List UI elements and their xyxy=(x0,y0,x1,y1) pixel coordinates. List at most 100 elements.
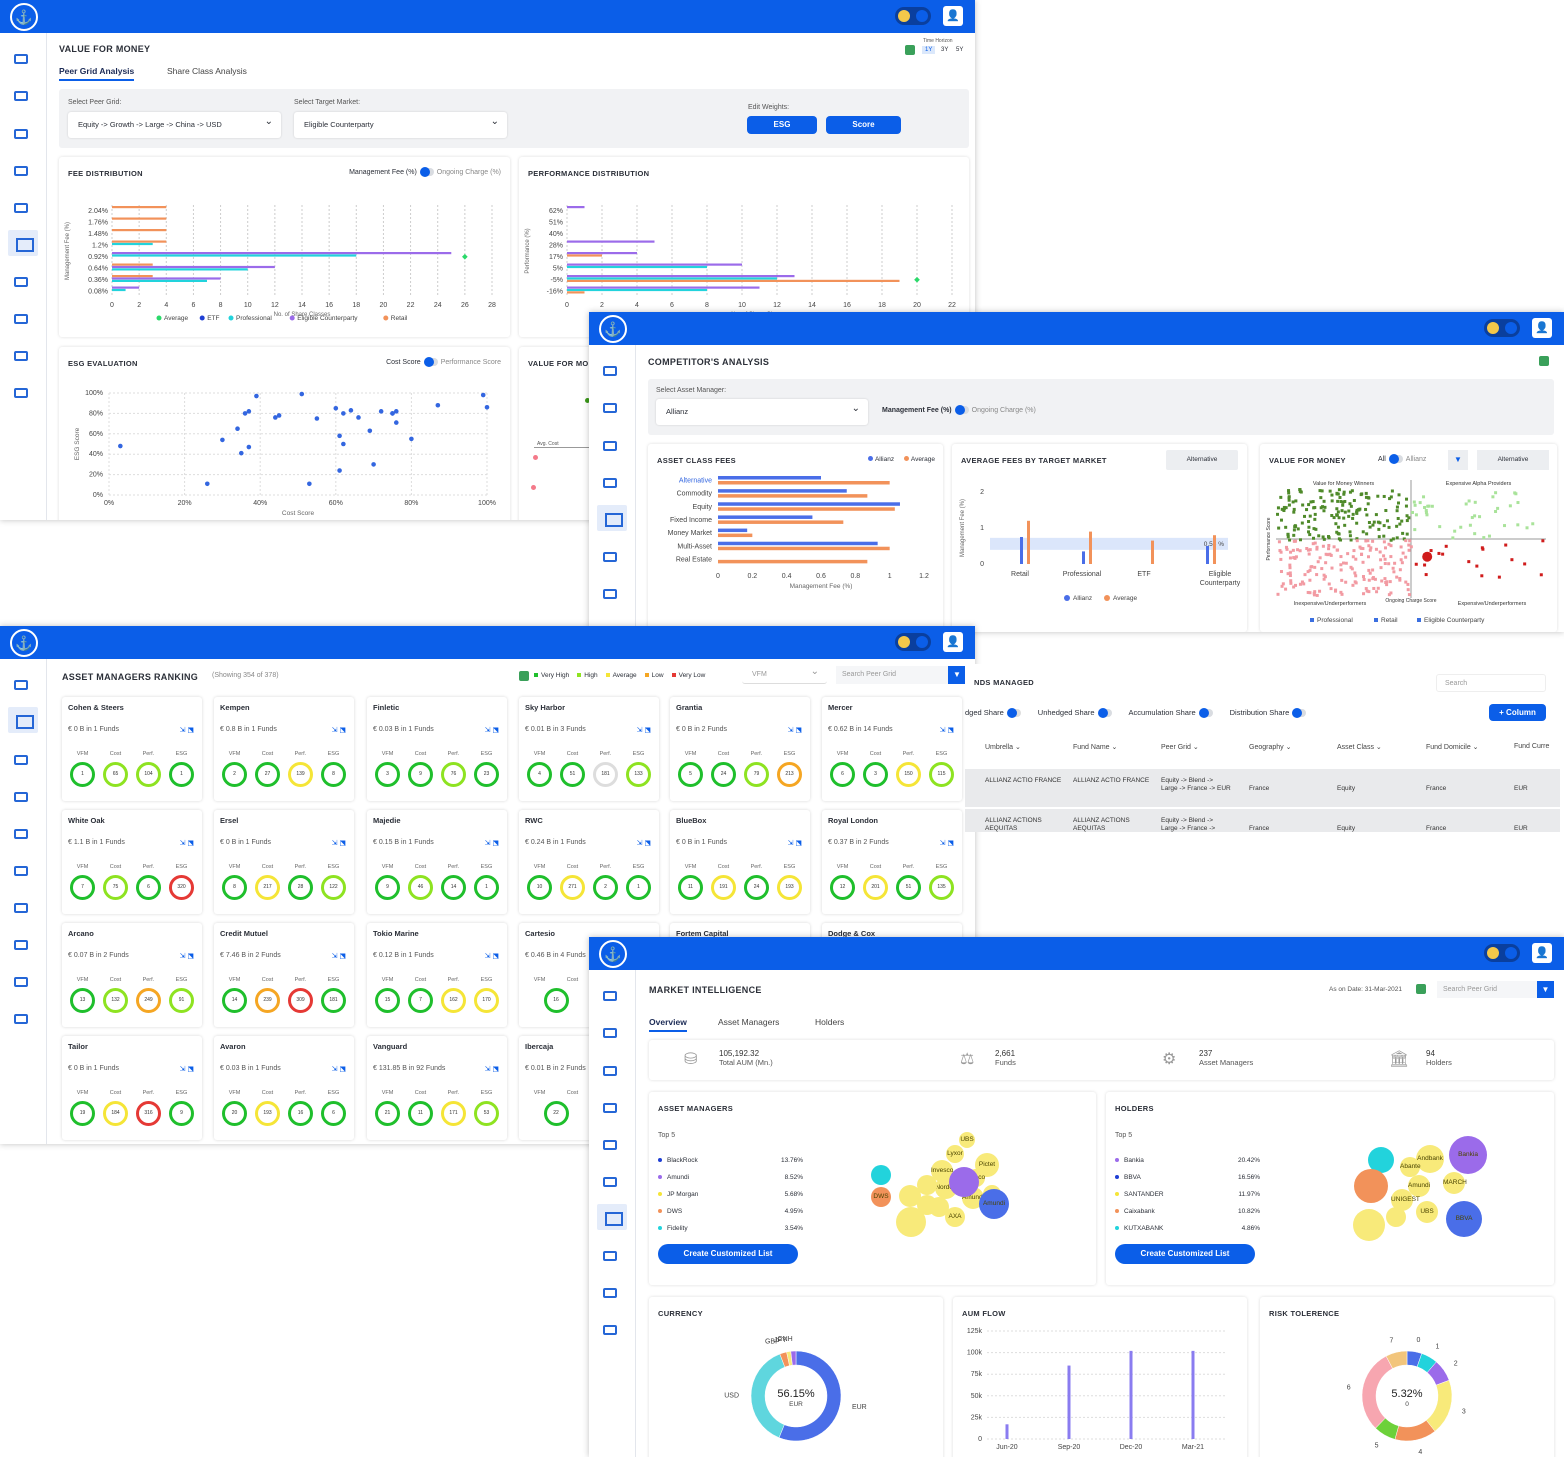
tab-overview[interactable]: Overview xyxy=(649,1017,687,1032)
compare-icon[interactable]: ⇲ ⬔ xyxy=(940,726,954,734)
manager-card[interactable]: Kempen € 0.8 B in 1 Funds ⇲ ⬔ VFM Cost Perf. E… xyxy=(214,697,354,801)
compare-icon[interactable]: ⇲ ⬔ xyxy=(332,726,346,734)
manager-card[interactable]: Cohen & Steers € 0 B in 1 Funds ⇲ ⬔ VFM Cost… xyxy=(62,697,202,801)
list-item[interactable]: Fidelity 3.54% xyxy=(658,1220,803,1237)
bubble[interactable] xyxy=(1354,1169,1388,1203)
unhedged-share-toggle[interactable]: Unhedged Share xyxy=(1038,708,1115,719)
asset-manager-select[interactable]: Allianz xyxy=(656,396,868,425)
list-item[interactable]: JP Morgan 5.68% xyxy=(658,1186,803,1203)
document-icon[interactable] xyxy=(603,1325,617,1335)
scatter-icon[interactable] xyxy=(603,1103,617,1113)
horizon-5y[interactable]: 5Y xyxy=(953,46,966,54)
user-icon[interactable]: 👤 xyxy=(1532,943,1552,963)
compare-icon[interactable]: ⇲ ⬔ xyxy=(637,839,651,847)
hedged-share-toggle[interactable]: dged Share xyxy=(965,708,1024,719)
peer-grid-search[interactable]: Search Peer Grid xyxy=(1437,981,1537,998)
column-header[interactable]: Fund Domicile ⌄ xyxy=(1426,743,1479,751)
manager-card[interactable]: Tokio Marine € 0.12 B in 1 Funds ⇲ ⬔ VFM Cos… xyxy=(367,923,507,1027)
excel-icon[interactable] xyxy=(1539,356,1549,366)
manager-card[interactable]: White Oak € 1.1 B in 1 Funds ⇲ ⬔ VFM Cost Per… xyxy=(62,810,202,914)
report-icon[interactable] xyxy=(14,314,28,324)
bank-icon[interactable] xyxy=(603,366,617,376)
compare-icon[interactable]: ⇲ ⬔ xyxy=(180,1065,194,1073)
create-customized-list-button[interactable]: Create Customized List xyxy=(658,1244,798,1264)
column-header[interactable]: Fund Name ⌄ xyxy=(1073,743,1117,751)
bubble-abante[interactable]: Abante xyxy=(1400,1157,1421,1177)
scatter-icon[interactable] xyxy=(14,792,28,802)
tab-peer-grid-analysis[interactable]: Peer Grid Analysis xyxy=(59,66,135,81)
create-customized-list-button[interactable]: Create Customized List xyxy=(1115,1244,1255,1264)
table-row[interactable]: ALLIANZ ACTIONS AEQUITAS ALLIANZ ACTIONS … xyxy=(965,809,1560,832)
bubble[interactable] xyxy=(1353,1209,1385,1241)
grid-icon[interactable] xyxy=(14,203,28,213)
list-item[interactable]: Amundi 8.52% xyxy=(658,1169,803,1186)
eye-icon[interactable] xyxy=(14,977,28,987)
bubble-bankia[interactable]: Bankia xyxy=(1449,1136,1487,1174)
compare-icon[interactable]: ⇲ ⬔ xyxy=(485,1065,499,1073)
excel-icon[interactable] xyxy=(1416,984,1426,994)
manager-card[interactable]: Arcano € 0.07 B in 2 Funds ⇲ ⬔ VFM Cost Perf.… xyxy=(62,923,202,1027)
eye-icon[interactable] xyxy=(14,351,28,361)
bubble-ubs[interactable]: UBS xyxy=(959,1132,975,1148)
theme-toggle[interactable] xyxy=(895,633,931,651)
app-logo-icon[interactable]: ⚓ xyxy=(599,315,627,343)
bar-chart-icon[interactable] xyxy=(14,129,28,139)
tab-asset-managers[interactable]: Asset Managers xyxy=(718,1017,779,1027)
horizon-3y[interactable]: 3Y xyxy=(938,46,951,54)
network-icon[interactable] xyxy=(14,903,28,913)
list-item[interactable]: BBVA 16.56% xyxy=(1115,1169,1260,1186)
score-weight-button[interactable]: Score xyxy=(826,116,901,134)
compare-icon[interactable]: ⇲ ⬔ xyxy=(485,839,499,847)
trend-icon[interactable] xyxy=(14,91,28,101)
scatter-icon[interactable] xyxy=(14,166,28,176)
column-header[interactable]: Peer Grid ⌄ xyxy=(1161,743,1199,751)
vfm-alternative-button[interactable]: Alternative xyxy=(1477,450,1549,470)
compare-icon[interactable]: ⇲ ⬔ xyxy=(180,839,194,847)
report-icon[interactable] xyxy=(14,940,28,950)
bank-icon[interactable] xyxy=(14,680,28,690)
vfm-all-toggle[interactable]: All Allianz xyxy=(1378,454,1426,464)
manager-card[interactable]: Finletic € 0.03 B in 1 Funds ⇲ ⬔ VFM Cost Per… xyxy=(367,697,507,801)
document-icon[interactable] xyxy=(14,388,28,398)
column-header[interactable]: Geography ⌄ xyxy=(1249,743,1291,751)
trend-icon[interactable] xyxy=(8,707,38,733)
bubble[interactable] xyxy=(899,1185,921,1207)
manager-card[interactable]: Vanguard € 131.85 B in 92 Funds ⇲ ⬔ VFM Cost… xyxy=(367,1036,507,1140)
distribution-icon[interactable] xyxy=(14,866,28,876)
app-logo-icon[interactable]: ⚓ xyxy=(10,629,38,657)
document-icon[interactable] xyxy=(14,1014,28,1024)
sort-select[interactable]: VFM xyxy=(742,663,827,684)
manager-card[interactable]: Grantia € 0 B in 2 Funds ⇲ ⬔ VFM Cost Perf. ES… xyxy=(670,697,810,801)
manager-card[interactable]: Royal London € 0.37 B in 2 Funds ⇲ ⬔ VFM Cos… xyxy=(822,810,962,914)
manager-card[interactable]: Majedie € 0.15 B in 1 Funds ⇲ ⬔ VFM Cost Perf… xyxy=(367,810,507,914)
filter-icon[interactable]: ▼ xyxy=(1537,981,1554,998)
manager-card[interactable]: Credit Mutuel € 7.46 B in 2 Funds ⇲ ⬔ VFM Co… xyxy=(214,923,354,1027)
vfm-switch[interactable] xyxy=(1388,454,1403,464)
compare-icon[interactable]: ⇲ ⬔ xyxy=(332,1065,346,1073)
grid-icon[interactable] xyxy=(14,829,28,839)
bubble[interactable] xyxy=(871,1165,891,1185)
theme-toggle[interactable] xyxy=(895,7,931,25)
peer-grid-search[interactable]: Search Peer Grid xyxy=(836,666,948,684)
list-item[interactable]: Bankia 20.42% xyxy=(1115,1152,1260,1169)
theme-toggle[interactable] xyxy=(1484,319,1520,337)
scatter-icon[interactable] xyxy=(603,478,617,488)
distribution-icon[interactable] xyxy=(603,1177,617,1187)
manager-card[interactable]: Sky Harbor € 0.01 B in 3 Funds ⇲ ⬔ VFM Cost P… xyxy=(519,697,659,801)
app-logo-icon[interactable]: ⚓ xyxy=(10,3,38,31)
compare-icon[interactable]: ⇲ ⬔ xyxy=(485,726,499,734)
bubble[interactable] xyxy=(1386,1207,1406,1227)
bubble-dws[interactable]: DWS xyxy=(871,1187,891,1207)
list-item[interactable]: KUTXABANK 4.86% xyxy=(1115,1220,1260,1237)
accumulation-share-toggle[interactable]: Accumulation Share xyxy=(1129,708,1216,719)
network-icon[interactable] xyxy=(597,1204,627,1230)
compare-icon[interactable]: ⇲ ⬔ xyxy=(332,952,346,960)
manager-card[interactable]: Mercer € 0.62 B in 14 Funds ⇲ ⬔ VFM Cost Perf… xyxy=(822,697,962,801)
bar-chart-icon[interactable] xyxy=(603,441,617,451)
bubble-ubs[interactable]: UBS xyxy=(1416,1201,1438,1223)
esg-weight-button[interactable]: ESG xyxy=(747,116,817,134)
bar-chart-icon[interactable] xyxy=(14,755,28,765)
trend-icon[interactable] xyxy=(603,403,617,413)
bubble[interactable] xyxy=(896,1207,926,1237)
bubble-march[interactable]: MARCH xyxy=(1443,1172,1467,1194)
